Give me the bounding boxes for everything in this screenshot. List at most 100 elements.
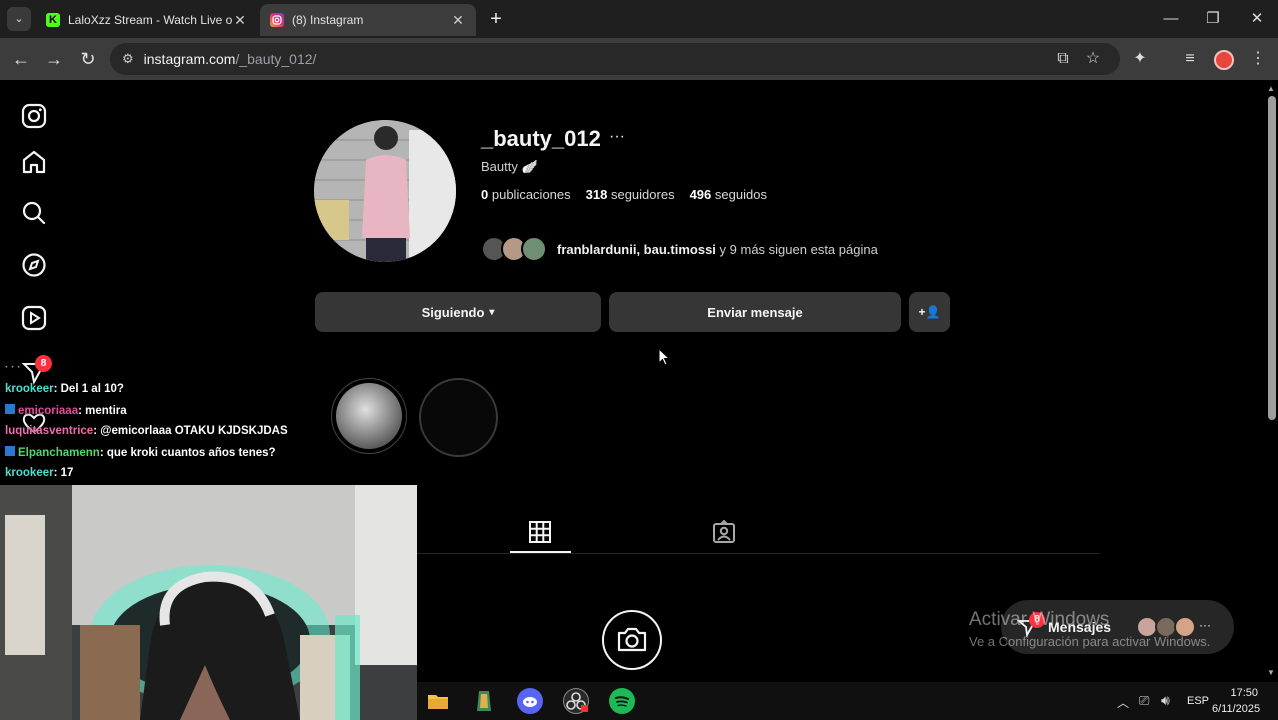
send-message-button[interactable]: Enviar mensaje xyxy=(609,292,901,332)
clock-date[interactable]: 6/11/2025 xyxy=(1212,703,1260,715)
tabs-divider xyxy=(417,553,1100,554)
scrollbar-thumb[interactable] xyxy=(1268,96,1276,420)
chevron-down-icon: ⌄ xyxy=(14,13,24,25)
tab-title: (8) Instagram xyxy=(292,13,364,27)
close-icon[interactable]: ✕ xyxy=(450,12,466,29)
tab-search-button[interactable]: ⌄ xyxy=(7,7,31,31)
webcam-overlay xyxy=(0,485,417,720)
chat-badge-icon xyxy=(5,404,15,414)
kick-icon: K xyxy=(46,13,60,27)
scroll-up-arrow[interactable]: ▲ xyxy=(1267,84,1275,93)
extensions-icon[interactable]: ✦ xyxy=(1127,46,1153,72)
explore-icon[interactable] xyxy=(20,251,48,279)
input-language[interactable]: ESP xyxy=(1187,695,1209,707)
following-button[interactable]: Siguiendo ▾ xyxy=(315,292,601,332)
spotify-icon[interactable] xyxy=(609,688,635,714)
send-message-label: Enviar mensaje xyxy=(707,304,803,320)
scroll-down-arrow[interactable]: ▼ xyxy=(1267,668,1275,677)
new-tab-button[interactable]: + xyxy=(484,7,508,31)
chat-username: krookeer xyxy=(5,383,54,395)
posts-count: 0 xyxy=(481,187,489,202)
profile-stats: 0 publicaciones 318 seguidores 496 segui… xyxy=(481,187,767,202)
followers-count: 318 xyxy=(585,187,608,202)
file-explorer-icon[interactable] xyxy=(425,688,451,714)
forward-button[interactable]: → xyxy=(41,46,67,72)
story-highlight[interactable] xyxy=(419,378,498,457)
grid-icon xyxy=(529,521,551,543)
chat-username: Elpanchamenn xyxy=(18,447,100,459)
suggest-user-button[interactable]: +👤 xyxy=(909,292,950,332)
chat-message: Elpanchamenn: que kroki cuantos años ten… xyxy=(5,446,276,459)
search-icon[interactable] xyxy=(20,199,48,227)
profile-full-name: Bautty 🪽 xyxy=(481,159,538,174)
chat-text: : 17 xyxy=(53,467,74,479)
obs-studio-icon[interactable] xyxy=(563,688,589,714)
chat-username: krookeer xyxy=(5,467,54,479)
profile-avatar-photo[interactable] xyxy=(314,120,456,262)
address-bar[interactable]: ⚙ instagram.com/_bauty_012/ xyxy=(110,43,1120,75)
back-button[interactable]: ← xyxy=(8,46,34,72)
window-close-button[interactable]: ✕ xyxy=(1237,6,1277,32)
activate-windows-subtitle: Ve a Configuración para activar Windows. xyxy=(969,634,1211,649)
discord-icon[interactable] xyxy=(517,688,543,714)
network-icon[interactable]: ⎚ xyxy=(1139,693,1149,709)
restore-button[interactable]: ❐ xyxy=(1193,6,1233,32)
tab-posts-grid[interactable] xyxy=(528,520,552,544)
no-posts-camera xyxy=(602,610,662,670)
url-domain: instagram.com xyxy=(143,51,236,67)
url-path: /_bauty_012/ xyxy=(235,51,317,67)
profile-options-button[interactable]: ··· xyxy=(609,128,625,146)
story-highlight[interactable] xyxy=(331,378,407,454)
clock-time[interactable]: 17:50 xyxy=(1228,687,1258,699)
chat-text: : que kroki cuantos años tenes? xyxy=(99,447,276,459)
instagram-logo-icon[interactable] xyxy=(20,102,48,130)
media-control-icon[interactable]: ≡ xyxy=(1177,46,1203,72)
bookmark-star-icon[interactable]: ☆ xyxy=(1080,46,1106,72)
reels-icon[interactable] xyxy=(20,304,48,332)
reload-button[interactable]: ↻ xyxy=(75,46,101,72)
chat-message: krookeer: Del 1 al 10? xyxy=(5,383,124,395)
following-stat[interactable]: 496 seguidos xyxy=(690,187,767,202)
site-settings-icon[interactable]: ⚙ xyxy=(122,51,134,67)
add-person-icon: +👤 xyxy=(918,305,941,319)
camera-icon xyxy=(617,627,647,652)
minimize-button[interactable]: — xyxy=(1151,6,1191,32)
following-button-label: Siguiendo xyxy=(421,304,485,320)
chat-message: krookeer: 17 xyxy=(5,467,73,479)
messages-more-button[interactable]: ··· xyxy=(1199,618,1211,632)
follower-avatar xyxy=(521,236,547,262)
profile-avatar[interactable] xyxy=(1214,50,1234,70)
chat-text: : @emicorlaaa OTAKU KJDSKJDAS xyxy=(93,425,288,437)
following-label: seguidos xyxy=(714,187,767,202)
activate-windows-title: Activar Windows xyxy=(969,609,1110,630)
show-hidden-icons-chevron-icon[interactable]: ︿ xyxy=(1117,694,1129,711)
chevron-down-icon: ▾ xyxy=(489,306,495,318)
followers-stat[interactable]: 318 seguidores xyxy=(586,187,675,202)
chat-badge-icon xyxy=(5,446,15,456)
highlight-cover xyxy=(336,383,402,449)
home-icon[interactable] xyxy=(20,148,48,176)
chat-text: : Del 1 al 10? xyxy=(53,383,124,395)
active-tab-indicator xyxy=(510,551,571,553)
tab-strip: ⌄ K LaloXzz Stream - Watch Live on ✕ (8)… xyxy=(0,0,1278,38)
notification-badge: 8 xyxy=(35,355,52,372)
chat-message: · · · xyxy=(5,362,21,373)
following-count: 496 xyxy=(689,187,712,202)
browser-menu-icon[interactable]: ⋮ xyxy=(1245,46,1271,72)
minecraft-launcher-icon[interactable] xyxy=(471,688,497,714)
chat-text: : mentira xyxy=(78,405,127,417)
tab-kick-stream[interactable]: K LaloXzz Stream - Watch Live on ✕ xyxy=(36,4,258,36)
volume-icon[interactable]: 🔊︎ xyxy=(1161,692,1170,709)
chat-username: emicoriaaa xyxy=(18,405,79,417)
posts-label: publicaciones xyxy=(491,187,571,202)
chat-message: emicoriaaa: mentira xyxy=(5,404,127,417)
tab-instagram[interactable]: (8) Instagram ✕ xyxy=(260,4,476,36)
followed-by-names: franblardunii, bau.timossi xyxy=(557,241,716,257)
browser-toolbar: ← → ↻ ⚙ instagram.com/_bauty_012/ ⧉ ☆ ✦ … xyxy=(0,38,1278,80)
tab-title: LaloXzz Stream - Watch Live on xyxy=(68,13,232,27)
mouse-cursor-icon xyxy=(658,348,670,366)
followed-by[interactable]: franblardunii, bau.timossi y 9 más sigue… xyxy=(481,236,878,262)
close-icon[interactable]: ✕ xyxy=(232,12,248,29)
install-app-icon[interactable]: ⧉ xyxy=(1050,46,1076,72)
tab-tagged[interactable] xyxy=(712,519,736,544)
